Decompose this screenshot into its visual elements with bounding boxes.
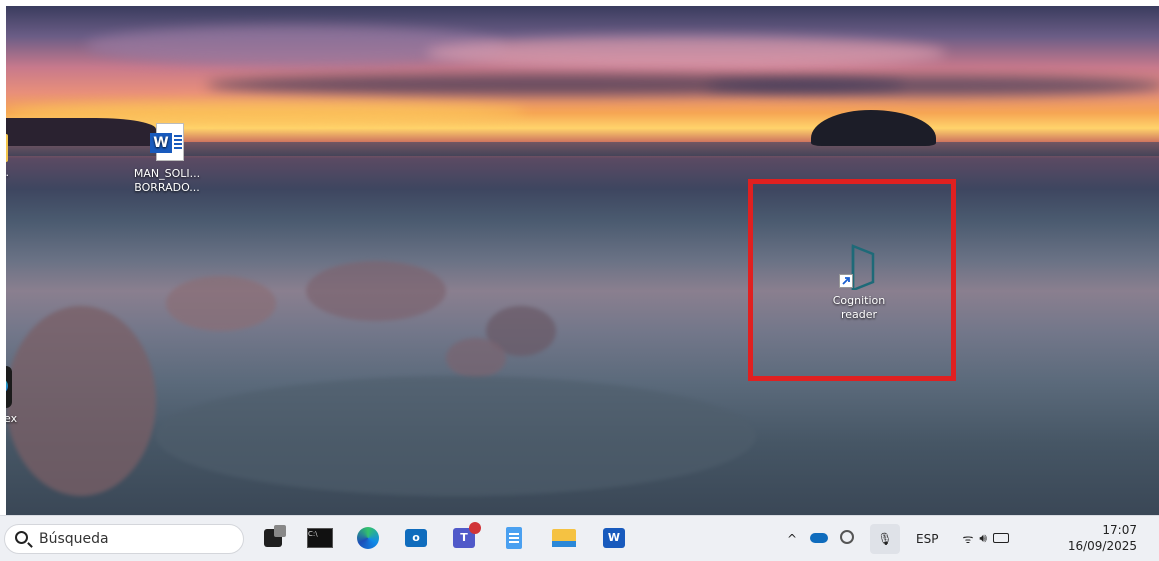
task-view-icon[interactable] [260,525,286,551]
battery-icon[interactable] [992,532,1009,546]
app-icon [6,366,12,408]
word-document-icon: W [150,123,184,163]
terminal-icon[interactable]: C:\ [307,525,333,551]
wet-sand [156,376,756,496]
word-icon[interactable]: W [601,525,627,551]
edge-icon[interactable] [355,525,381,551]
wifi-icon[interactable]: ᯤ [962,530,973,547]
sync-icon[interactable] [840,530,864,547]
sky-cloud [426,36,946,70]
sand-ripple [166,276,276,331]
sky-cloud [706,76,1159,96]
desktop-icon-folder[interactable]: NTA... [6,134,38,180]
sand-ripple [6,306,156,496]
desktop-icon-label: NTA... [6,166,38,180]
desktop-icon-app[interactable]: ex [6,366,24,426]
search-placeholder: Búsqueda [39,531,109,547]
notepad-icon[interactable] [501,525,527,551]
desktop-icon-label: MAN_SOLI... BORRADO... [133,167,201,194]
taskbar: Búsqueda C:\ o T W ^ 🎙︎ ESP ᯤ 🔊︎ 17:07 1… [0,515,1159,561]
language-indicator[interactable]: ESP [916,532,938,546]
desktop-icon-word-document[interactable]: W MAN_SOLI... BORRADO... [122,123,212,195]
system-tray: ^ 🎙︎ ESP ᯤ 🔊︎ [780,516,1009,561]
clock-date: 16/09/2025 [1067,539,1137,553]
desktop: NTA... W MAN_SOLI... BORRADO... ex Cogni… [6,6,1159,515]
sea-rock [811,110,936,146]
onedrive-icon[interactable] [810,532,834,546]
microphone-muted-icon[interactable]: 🎙︎ [870,523,900,554]
file-explorer-icon[interactable] [551,525,577,551]
clock[interactable]: 17:07 16/09/2025 [1068,522,1137,554]
notification-badge [469,522,481,534]
search-icon [15,531,28,544]
outlook-icon[interactable]: o [403,525,429,551]
desktop-icon-label: ex [6,412,18,425]
folder-icon [6,134,8,162]
volume-icon[interactable]: 🔊︎ [979,531,987,546]
sand-ripple [306,261,446,321]
teams-icon[interactable]: T [451,522,481,551]
chevron-up-icon[interactable]: ^ [780,532,804,546]
highlight-box [748,179,956,381]
taskbar-search-box[interactable]: Búsqueda [4,524,244,554]
sand-ripple [446,338,506,378]
clock-time: 17:07 [1102,523,1137,537]
